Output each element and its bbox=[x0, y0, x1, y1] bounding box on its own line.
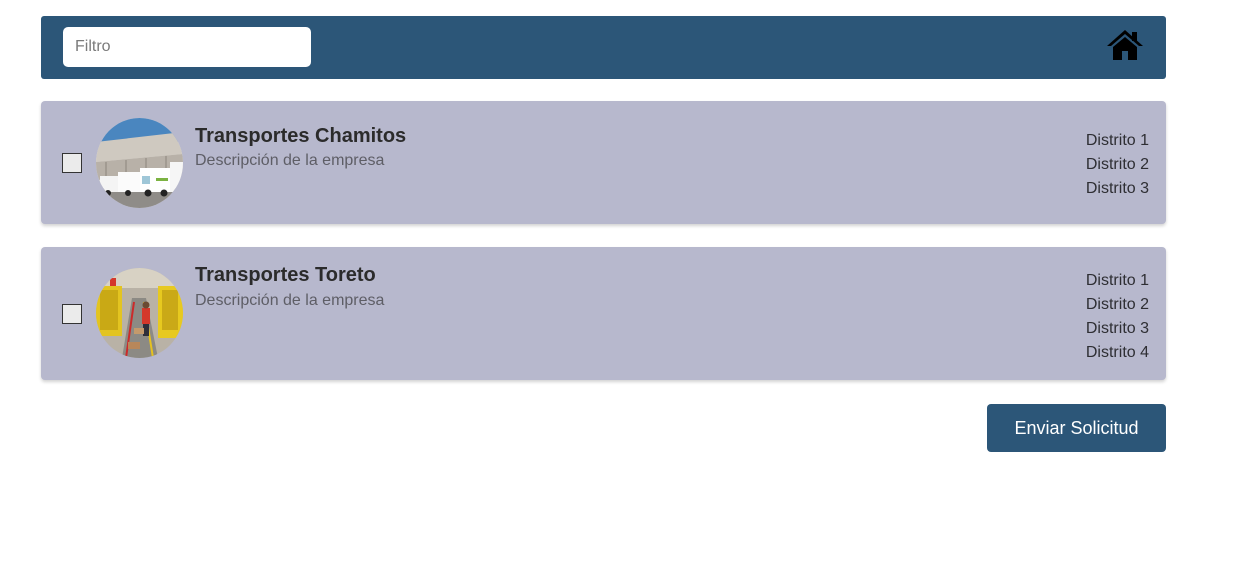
district-list: Distrito 1 Distrito 2 Distrito 3 bbox=[1086, 129, 1149, 201]
top-bar bbox=[41, 16, 1166, 79]
send-request-button[interactable]: Enviar Solicitud bbox=[987, 404, 1166, 452]
company-select-checkbox[interactable] bbox=[62, 304, 82, 324]
district-item: Distrito 3 bbox=[1085, 320, 1149, 337]
filter-input[interactable] bbox=[63, 27, 311, 67]
district-item: Distrito 1 bbox=[1085, 272, 1149, 289]
company-avatar bbox=[96, 268, 183, 358]
company-select-checkbox[interactable] bbox=[62, 153, 82, 173]
district-item: Distrito 1 bbox=[1085, 132, 1149, 149]
company-description: Descripción de la empresa bbox=[195, 292, 385, 309]
district-item: Distrito 4 bbox=[1085, 344, 1149, 361]
company-card: Transportes Chamitos Descripción de la e… bbox=[41, 101, 1166, 224]
district-item: Distrito 2 bbox=[1085, 296, 1149, 313]
district-item: Distrito 3 bbox=[1085, 180, 1149, 197]
company-avatar bbox=[96, 118, 183, 208]
company-name: Transportes Chamitos bbox=[195, 125, 407, 147]
company-name: Transportes Toreto bbox=[195, 264, 376, 286]
company-card: Transportes Toreto Descripción de la emp… bbox=[41, 247, 1166, 380]
district-item: Distrito 2 bbox=[1085, 156, 1149, 173]
district-list: Distrito 1 Distrito 2 Distrito 3 Distrit… bbox=[1086, 269, 1149, 365]
home-icon[interactable] bbox=[1107, 28, 1143, 62]
company-description: Descripción de la empresa bbox=[195, 152, 385, 169]
